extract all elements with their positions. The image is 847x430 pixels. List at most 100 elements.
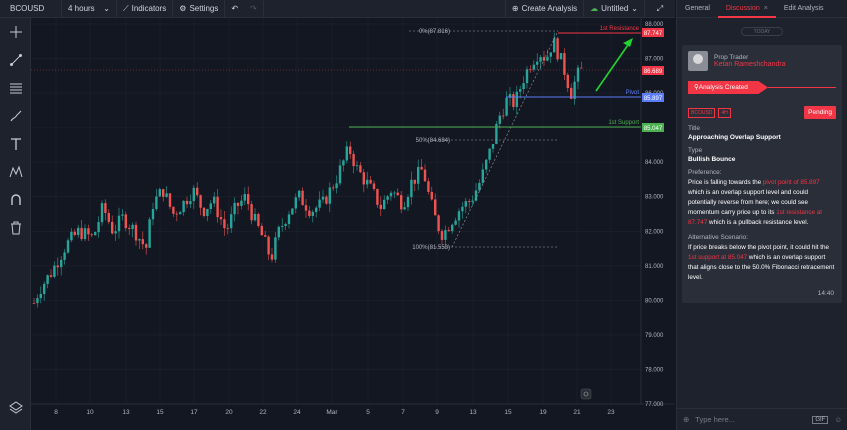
plus-icon[interactable]: ⊕ <box>683 415 689 424</box>
screenshot-button[interactable] <box>580 388 592 400</box>
type-label: Type <box>688 147 703 154</box>
fullscreen-button[interactable]: ⤢ <box>645 0 675 18</box>
preference-text: Price is falling towards the pivot point… <box>688 178 836 228</box>
chevron-down-icon: ⌄ <box>631 4 638 13</box>
settings-button[interactable]: ⚙ Settings <box>173 0 226 18</box>
tab-discussion[interactable]: Discussion × <box>717 0 776 18</box>
candle-body <box>386 196 389 200</box>
layout-selector[interactable]: ☁ Untitled ⌄ <box>584 0 645 18</box>
candle-body <box>196 187 199 196</box>
create-analysis-button[interactable]: ⊕ Create Analysis <box>504 0 585 18</box>
candle-body <box>345 146 348 161</box>
candle-body <box>498 115 501 124</box>
delete-tool[interactable] <box>0 214 31 242</box>
time-tick-label: 24 <box>293 409 301 416</box>
pattern-tool[interactable] <box>0 158 31 186</box>
candle-body <box>32 302 36 304</box>
resistance-tag-text: 87.747 <box>644 31 663 37</box>
candle-body <box>461 206 464 212</box>
candle-body <box>281 225 284 227</box>
message-input[interactable]: Type here... <box>695 415 806 424</box>
analysis-created-tag: ⚲Analysis Created <box>688 81 768 94</box>
candle-body <box>553 38 556 53</box>
analysis-panel: General Discussion × Edit Analysis TODAY … <box>676 0 847 430</box>
candle-body <box>94 232 97 236</box>
candle-body <box>481 169 484 183</box>
candle-body <box>165 193 168 197</box>
cloud-icon: ☁ <box>590 4 599 13</box>
candle-body <box>349 146 352 155</box>
time-axis[interactable]: 8 10 13 15 17 20 22 24 Mar 5 7 9 13 15 19 21 23 <box>54 409 615 416</box>
candle-body <box>321 196 325 200</box>
alternative-label: Alternative Scenario: <box>688 234 748 241</box>
indicators-button[interactable]: ⟋ Indicators <box>117 0 174 18</box>
redo-button[interactable]: ↷ <box>244 0 264 18</box>
candle-body <box>43 283 46 294</box>
candle-body <box>525 69 529 84</box>
candle-body <box>532 64 535 70</box>
symbol-badge: BCOUSD <box>688 107 716 118</box>
interval-selector[interactable]: 4 hours ⌄ <box>62 0 117 18</box>
candle-body <box>335 183 338 189</box>
magnet-icon <box>10 194 21 205</box>
candlestick-series <box>32 32 583 308</box>
fib-tool[interactable] <box>0 74 31 102</box>
candle-body <box>117 215 121 232</box>
status-badge[interactable]: Pending <box>804 106 836 119</box>
candle-body <box>488 148 491 160</box>
candle-body <box>325 196 328 204</box>
trendline-tool[interactable] <box>0 46 31 74</box>
candle-body <box>100 203 104 223</box>
candle-body <box>338 165 342 184</box>
redo-icon: ↷ <box>250 4 257 13</box>
candle-body <box>284 224 287 226</box>
candle-body <box>318 199 321 208</box>
price-tick-label: 78.000 <box>645 367 664 373</box>
tab-general[interactable]: General <box>677 0 718 18</box>
candle-body <box>437 215 440 232</box>
candle-body <box>417 166 420 184</box>
magnet-tool[interactable] <box>0 186 31 214</box>
candle-body <box>420 166 423 170</box>
indicators-icon: ⟋ <box>123 3 129 13</box>
candle-body <box>97 222 100 233</box>
candle-body <box>121 214 124 216</box>
candle-body <box>60 259 63 268</box>
candle-body <box>427 181 430 192</box>
price-chart[interactable]: 0%(87.816) 50%(84.684) 100%(81.553) 1st … <box>31 18 675 430</box>
interval-label: 4 hours <box>68 4 95 13</box>
tab-edit-analysis[interactable]: Edit Analysis <box>776 0 832 18</box>
brush-tool[interactable] <box>0 102 31 130</box>
plus-icon: ⊕ <box>511 4 519 13</box>
candle-body <box>182 200 185 213</box>
author-name[interactable]: Ketan Rameshchandra <box>714 61 786 68</box>
candle-body <box>298 190 301 198</box>
crosshair-tool[interactable] <box>0 18 31 46</box>
candle-body <box>219 217 223 220</box>
close-icon[interactable]: × <box>764 5 768 12</box>
price-axis[interactable]: 88.00087.00086.00085.00084.00083.00082.0… <box>645 22 664 408</box>
analysis-created-banner: ⚲Analysis Created <box>688 81 836 94</box>
candle-body <box>403 207 406 210</box>
text-icon <box>10 138 21 150</box>
layers-tool[interactable] <box>0 394 31 422</box>
banner-line <box>768 87 836 88</box>
candle-body <box>485 159 488 170</box>
candle-body <box>379 204 382 210</box>
title-value: Approaching Overlap Support <box>688 134 781 141</box>
pattern-icon <box>9 165 22 178</box>
undo-button[interactable]: ↶ <box>225 0 244 18</box>
candle-body <box>556 38 559 60</box>
candle-body <box>49 275 53 277</box>
candle-body <box>172 206 175 214</box>
text-tool[interactable] <box>0 130 31 158</box>
symbol-selector[interactable]: BCOUSD <box>0 0 62 18</box>
candle-body <box>308 210 311 217</box>
candle-body <box>393 192 396 194</box>
emoji-icon[interactable]: ☺ <box>834 415 842 424</box>
candle-body <box>104 203 107 213</box>
candle-body <box>260 225 263 236</box>
candle-body <box>434 199 437 216</box>
candle-body <box>369 179 372 184</box>
gif-button[interactable]: GIF <box>812 415 829 424</box>
